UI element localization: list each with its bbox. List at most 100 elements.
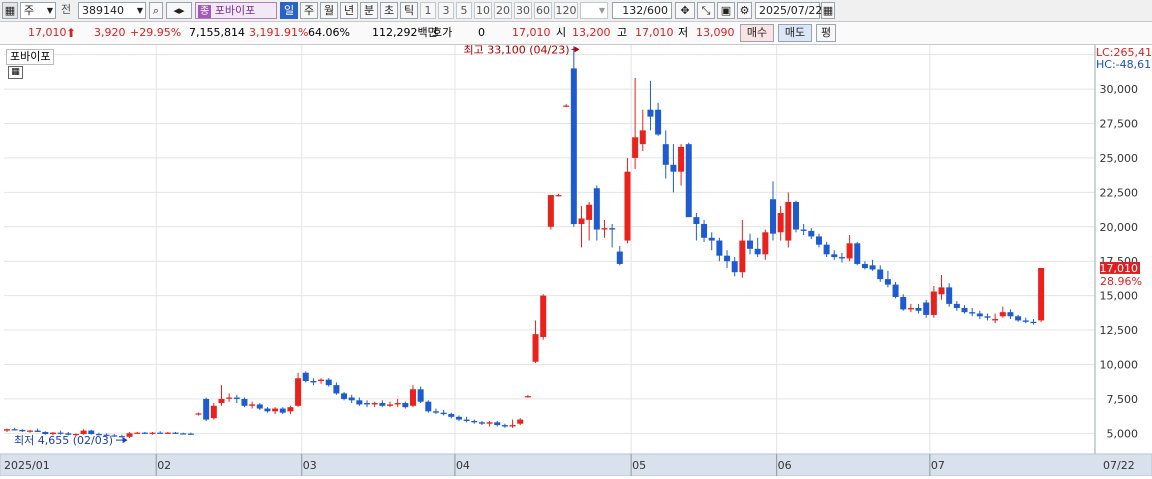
y-tick-label: 25,000 [1100,152,1139,165]
candlestick-chart-svg[interactable]: 5,0007,50010,00012,50015,00017,50020,000… [0,43,1152,477]
candle-body [295,378,302,406]
y-tick-label: 15,000 [1100,290,1139,303]
candle-body [494,422,501,426]
avg-button[interactable]: 평 [816,24,836,42]
speaker-icon[interactable]: ◂▸ [166,2,192,19]
gear-icon[interactable]: ⚙ [737,2,752,19]
interval-button-30[interactable]: 30 [514,2,532,19]
candle-body [325,379,332,386]
candle-body [195,413,202,415]
low-label: 저 [678,26,689,39]
candle-body [432,411,439,413]
tab-period-minute[interactable]: 분 [360,2,378,19]
candle-body [869,265,876,270]
candle-body [249,404,256,406]
candle-body [678,146,685,172]
candle-body [923,302,930,315]
candle-count-field[interactable]: 132/600 [612,2,672,19]
candle-body [999,312,1006,317]
prev-label[interactable]: 전 [58,2,74,19]
candle-body [547,195,554,227]
candle-body [739,240,746,273]
candle-body [969,312,976,314]
table-icon[interactable]: ▦ [8,66,23,79]
chart-title: 포바이포 [6,49,55,65]
tab-period-second[interactable]: 초 [380,2,398,19]
candle-body [892,284,899,298]
sell-button[interactable]: 매도 [778,24,812,42]
candle-body [272,408,279,412]
candle-body [601,228,608,230]
x-tick-label: 03 [303,459,317,472]
x-tick-label: 06 [778,459,792,472]
candle-body [632,137,639,158]
interval-button-5[interactable]: 5 [456,2,472,19]
candle-body [180,433,187,435]
candle-body [770,199,776,234]
current-pct-label: 28.96% [1100,275,1142,288]
tab-period-tick[interactable]: 틱 [400,2,418,19]
search-icon[interactable]: ⌕ [149,2,163,19]
interval-custom-select[interactable]: ▼ [580,2,608,19]
candle-body [287,407,294,412]
candle-body [149,432,156,434]
candle-body [808,230,815,237]
candle-body [785,201,792,241]
price-chart: 5,000 7,500 10,000 12,500 15,000 17,500 20,000… [0,43,1152,477]
y-tick-label: 22,500 [1100,186,1139,199]
candle-body [946,287,953,304]
interval-button-120[interactable]: 120 [554,2,578,19]
candle-body [11,429,18,431]
price-change: 3,920 [94,26,126,39]
tab-period-day[interactable]: 일 [280,2,298,19]
candle-body [984,316,991,318]
date-field[interactable]: 2025/07/22 [755,2,822,19]
open-price: 13,200 [572,26,611,39]
tab-period-week[interactable]: 주 [300,2,318,19]
turnover-ratio: 64.06% [308,26,350,39]
interval-button-1[interactable]: 1 [420,2,436,19]
candle-body [961,308,968,313]
y-tick-label: 7,500 [1107,393,1139,406]
candle-body [19,429,26,432]
candle-body [333,385,340,394]
hoga-value: 0 [478,26,485,39]
interval-button-20[interactable]: 20 [494,2,512,19]
chevron-down-icon: ▼ [46,6,53,15]
candle-body [356,400,363,405]
candle-body [731,261,738,273]
tab-period-month[interactable]: 월 [320,2,338,19]
candle-body [877,269,884,280]
candle-body [838,257,845,259]
current-price: 17,010 [28,26,67,39]
calendar-icon[interactable]: ▦ [821,2,835,19]
save-icon[interactable]: ▣ [717,2,735,19]
candle-body [792,201,799,230]
stock-name-box[interactable]: 종 포바이포 [195,2,277,19]
candle-body [371,403,378,405]
crosshair-icon[interactable]: ✥ [675,2,695,19]
grid-menu-icon[interactable]: ▦ [2,2,18,19]
quote-bar: 17,010 ⬆ 3,920 +29.95% 7,155,814 3,191.9… [0,22,1152,45]
candle-body [210,405,217,419]
current-price-label: 17,010 [1100,262,1139,275]
stock-code-input[interactable]: 389140 ▼ [78,2,146,19]
candle-body [670,164,677,172]
stock-name: 포바이포 [214,4,256,17]
hoga-label: 호가 [432,26,453,39]
market-select[interactable]: 주 ▼ [20,2,56,19]
tab-period-year[interactable]: 년 [340,2,358,19]
candle-body [302,372,309,382]
high-label: 고 [617,26,628,39]
interval-button-3[interactable]: 3 [438,2,454,19]
candle-body [846,243,853,259]
buy-button[interactable]: 매수 [740,24,774,42]
candle-body [187,433,194,435]
candle-body [831,254,838,258]
interval-button-10[interactable]: 10 [474,2,492,19]
candle-body [624,171,631,241]
interval-button-60[interactable]: 60 [534,2,552,19]
candle-body [402,403,409,408]
x-tick-label: 04 [456,459,470,472]
draw-line-icon[interactable]: ⤡ [697,2,715,19]
